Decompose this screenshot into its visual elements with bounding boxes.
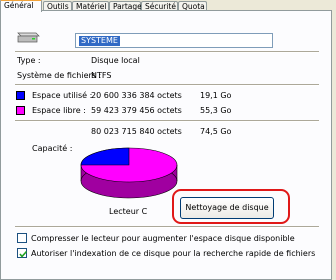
- divider: [15, 226, 319, 228]
- type-label: Type :: [17, 56, 41, 65]
- hard-drive-icon: [17, 32, 40, 43]
- free-space-swatch: [16, 106, 25, 115]
- general-panel: SYSTEME Type : Disque local Système de f…: [0, 10, 332, 280]
- index-label[interactable]: Autoriser l'indexation de ce disque pour…: [31, 249, 315, 258]
- index-checkbox[interactable]: [17, 248, 28, 258]
- type-value: Disque local: [91, 56, 140, 65]
- used-space-swatch: [16, 91, 25, 100]
- capacity-label: Capacité :: [32, 144, 73, 153]
- divider: [15, 84, 319, 86]
- pie-drive-label: Lecteur C: [109, 207, 148, 216]
- filesystem-value: NTFS: [91, 71, 112, 80]
- free-space-size: 55,3 Go: [200, 106, 232, 115]
- disk-cleanup-button[interactable]: Nettoyage de disque: [180, 197, 274, 219]
- divider: [15, 51, 319, 53]
- checkmark-icon: [19, 250, 28, 258]
- used-space-label: Espace utilisé :: [32, 91, 93, 100]
- filesystem-label: Système de fichiers :: [17, 71, 102, 80]
- disk-usage-pie: [80, 147, 178, 199]
- compress-label[interactable]: Compresser le lecteur pour augmenter l'e…: [31, 234, 295, 243]
- capacity-size: 74,5 Go: [200, 127, 232, 136]
- compress-checkbox[interactable]: [17, 233, 27, 243]
- free-space-bytes: 59 423 379 456 octets: [91, 106, 182, 115]
- capacity-bytes: 80 023 715 840 octets: [91, 127, 182, 136]
- free-space-label: Espace libre :: [32, 106, 86, 115]
- drive-name-text: SYSTEME: [79, 36, 120, 46]
- used-space-size: 19,1 Go: [200, 91, 232, 100]
- drive-name-field[interactable]: SYSTEME: [75, 33, 273, 48]
- pie-used-slice: [80, 147, 130, 166]
- used-space-bytes: 20 600 336 384 octets: [91, 91, 182, 100]
- tab-general[interactable]: Général: [0, 0, 42, 12]
- divider: [15, 120, 319, 122]
